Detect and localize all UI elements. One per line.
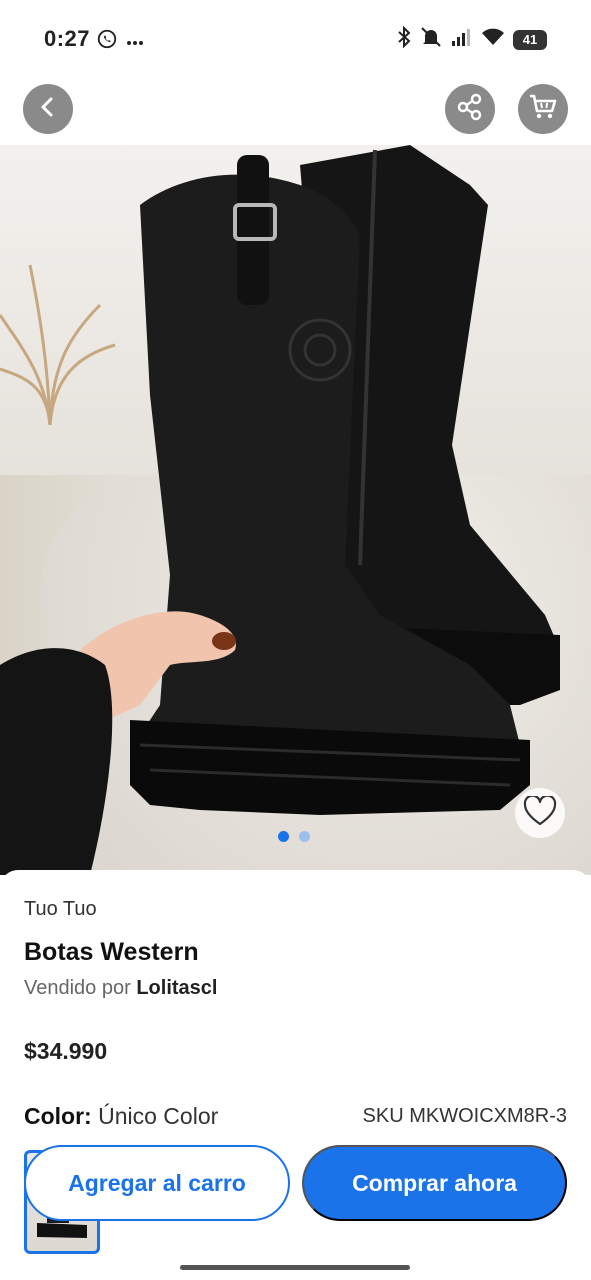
more-dots-icon bbox=[126, 33, 144, 51]
signal-icon bbox=[451, 27, 473, 52]
favorite-button[interactable] bbox=[515, 788, 565, 838]
cart-icon bbox=[528, 93, 558, 126]
carousel-dot[interactable] bbox=[299, 831, 310, 842]
bluetooth-icon bbox=[397, 25, 411, 53]
mute-icon bbox=[419, 26, 443, 53]
color-value: Único Color bbox=[98, 1103, 219, 1129]
home-indicator[interactable] bbox=[180, 1265, 410, 1270]
product-image-carousel[interactable] bbox=[0, 145, 591, 875]
product-brand[interactable]: Tuo Tuo bbox=[24, 898, 97, 921]
boots-image bbox=[0, 145, 560, 875]
share-button[interactable] bbox=[445, 84, 495, 134]
color-row: Color: Único Color bbox=[24, 1103, 218, 1130]
wifi-icon bbox=[481, 27, 505, 52]
seller-name[interactable]: Lolitascl bbox=[136, 977, 217, 999]
buy-now-button[interactable]: Comprar ahora bbox=[302, 1145, 567, 1221]
battery-icon: 41 bbox=[513, 29, 547, 50]
status-bar: 0:27 41 bbox=[0, 0, 591, 78]
carousel-dot-active[interactable] bbox=[278, 831, 289, 842]
heart-outline-icon bbox=[523, 794, 557, 831]
color-label: Color: bbox=[24, 1103, 92, 1129]
cart-button[interactable] bbox=[518, 84, 568, 134]
product-title: Botas Western bbox=[24, 938, 199, 966]
status-left-icons bbox=[96, 28, 144, 55]
status-right-icons: 41 bbox=[397, 25, 547, 53]
product-sku: SKU MKWOICXM8R-3 bbox=[362, 1105, 567, 1127]
back-arrow-icon bbox=[37, 96, 59, 123]
status-time: 0:27 bbox=[44, 26, 91, 51]
back-button[interactable] bbox=[23, 84, 73, 134]
share-icon bbox=[456, 93, 484, 126]
seller-line: Vendido por Lolitascl bbox=[24, 977, 217, 1000]
product-price: $34.990 bbox=[24, 1038, 108, 1064]
carousel-dots bbox=[278, 831, 310, 842]
sold-by-label: Vendido por bbox=[24, 977, 131, 999]
add-to-cart-button[interactable]: Agregar al carro bbox=[24, 1145, 290, 1221]
whatsapp-icon bbox=[96, 28, 118, 55]
